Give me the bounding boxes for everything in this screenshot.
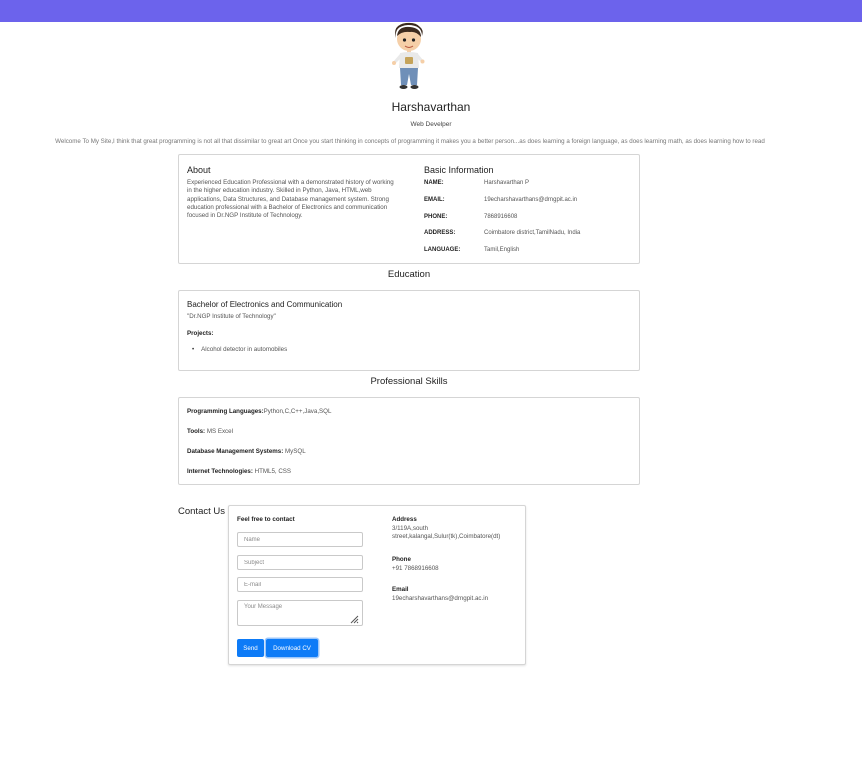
basic-info-title: Basic Information [424,165,494,175]
top-bar [0,0,862,22]
info-value: 19echarshavarthans@drngpit.ac.in [484,197,578,203]
skill-row: Internet Technologies: HTML5, CSS [187,468,291,475]
download-cv-button[interactable]: Download CV [266,639,318,657]
message-textarea[interactable] [237,600,363,626]
info-label: ADDRESS: [424,230,456,236]
resize-grip-icon[interactable] [349,614,359,624]
project-text: Alcohol detector in automobiles [201,346,288,353]
skill-row: Tools: MS Excel [187,428,233,435]
subject-input[interactable] [237,555,363,570]
skill-value: MySQL [283,448,306,455]
info-label: NAME: [424,180,444,186]
address-value: 3/119A,south street,kalangal,Sulur(tk),C… [392,524,501,541]
email-input[interactable] [237,577,363,592]
skill-value: HTML5, CSS [252,468,292,475]
phone-block: Phone +91 7868916608 [392,556,439,573]
email-value: 19echarshavarthans@drngpit.ac.in [392,594,489,602]
skill-label: Tools: [187,428,206,435]
skill-label: Database Management Systems: [187,448,284,455]
contact-card: Feel free to contact Send Download CV Ad… [228,505,526,665]
skill-label: Programming Languages: [187,408,264,415]
bullet-icon: • [192,346,195,353]
skill-row: Database Management Systems: MySQL [187,448,306,455]
name-input[interactable] [237,532,363,547]
about-text: Experienced Education Professional with … [187,179,394,220]
contact-heading: Contact Us [178,506,225,517]
email-label: Email [392,586,409,593]
education-section-title: Education [387,269,431,280]
info-label: PHONE: [424,214,448,220]
info-value: Coimbatore district,TamilNadu, India [484,230,581,236]
phone-value: +91 7868916608 [392,564,439,572]
skill-label: Internet Technologies: [187,468,253,475]
send-button[interactable]: Send [237,639,264,657]
profile-avatar [392,22,425,89]
skill-row: Programming Languages:Python,C,C++,Java,… [187,408,331,415]
welcome-text: Welcome To My Site,I think that great pr… [55,138,765,145]
address-block: Address 3/119A,south street,kalangal,Sul… [392,516,517,542]
phone-label: Phone [392,556,411,563]
skill-value: Python,C,C++,Java,SQL [263,408,332,415]
skills-section-title: Professional Skills [370,376,448,387]
address-label: Address [392,516,417,523]
institute-name: "Dr.NGP Institute of Technology" [187,313,276,320]
about-title: About [187,165,211,175]
education-card: Bachelor of Electronics and Communicatio… [178,290,640,371]
info-value: 7868916608 [484,214,518,220]
contact-form-label: Feel free to contact [237,516,295,523]
info-value: Harshavarthan P [484,180,530,186]
profile-name: Harshavarthan [391,100,471,114]
projects-label: Projects: [187,330,214,337]
skills-card: Programming Languages:Python,C,C++,Java,… [178,397,640,485]
skill-value: MS Excel [205,428,233,435]
email-block: Email 19echarshavarthans@drngpit.ac.in [392,586,488,603]
project-list-item: • Alcohol detector in automobiles [192,346,287,353]
info-label: LANGUAGE: [424,247,461,253]
degree-title: Bachelor of Electronics and Communicatio… [187,300,343,309]
about-card: About Experienced Education Professional… [178,154,640,264]
info-value: Tamil,English [484,247,520,253]
profile-role: Web Develper [410,121,452,128]
info-label: EMAIL: [424,197,445,203]
